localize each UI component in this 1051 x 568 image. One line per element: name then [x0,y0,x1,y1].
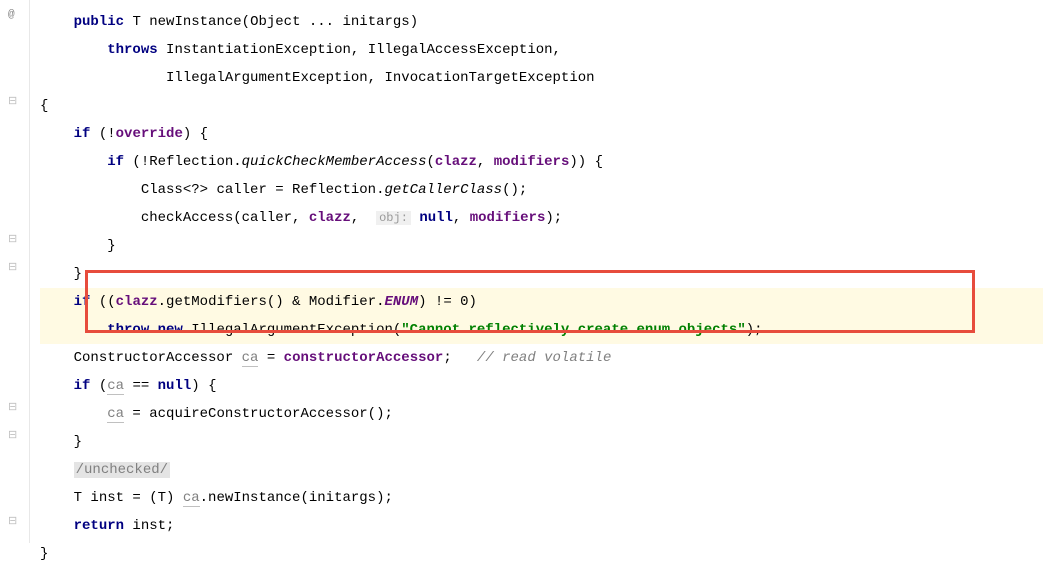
code-line: T inst = (T) ca.newInstance(initargs); [40,484,1043,512]
annotation-suppressed: /unchecked/ [74,462,170,478]
fold-toggle-icon[interactable]: ⊟ [8,428,22,442]
code-line: if (ca == null) { [40,372,1043,400]
code-line: } [40,540,1043,568]
code-line: if (!Reflection.quickCheckMemberAccess(c… [40,148,1043,176]
editor-gutter: @ ⊟ ⊟ ⊟ ⊟ ⊟ ⊟ [0,0,30,543]
code-line: /unchecked/ [40,456,1043,484]
override-gutter-icon[interactable]: @ [8,9,22,23]
code-line: } [40,232,1043,260]
code-line: return inst; [40,512,1043,540]
code-line: IllegalArgumentException, InvocationTarg… [40,64,1043,92]
code-line: if (!override) { [40,120,1043,148]
fold-toggle-icon[interactable]: ⊟ [8,400,22,414]
code-line: public T newInstance(Object ... initargs… [40,8,1043,36]
fold-toggle-icon[interactable]: ⊟ [8,94,22,108]
code-line: } [40,428,1043,456]
code-line: checkAccess(caller, clazz, obj: null, mo… [40,204,1043,232]
parameter-hint: obj: [376,211,411,225]
highlighted-code-line: if ((clazz.getModifiers() & Modifier.ENU… [40,288,1043,316]
code-line: throws InstantiationException, IllegalAc… [40,36,1043,64]
code-line: Class<?> caller = Reflection.getCallerCl… [40,176,1043,204]
code-line: { [40,92,1043,120]
code-editor-content[interactable]: public T newInstance(Object ... initargs… [40,8,1043,568]
highlighted-code-line: throw new IllegalArgumentException("Cann… [40,316,1043,344]
fold-toggle-icon[interactable]: ⊟ [8,260,22,274]
code-line: ConstructorAccessor ca = constructorAcce… [40,344,1043,372]
fold-toggle-icon[interactable]: ⊟ [8,514,22,528]
fold-toggle-icon[interactable]: ⊟ [8,232,22,246]
code-line: ca = acquireConstructorAccessor(); [40,400,1043,428]
code-line: } [40,260,1043,288]
